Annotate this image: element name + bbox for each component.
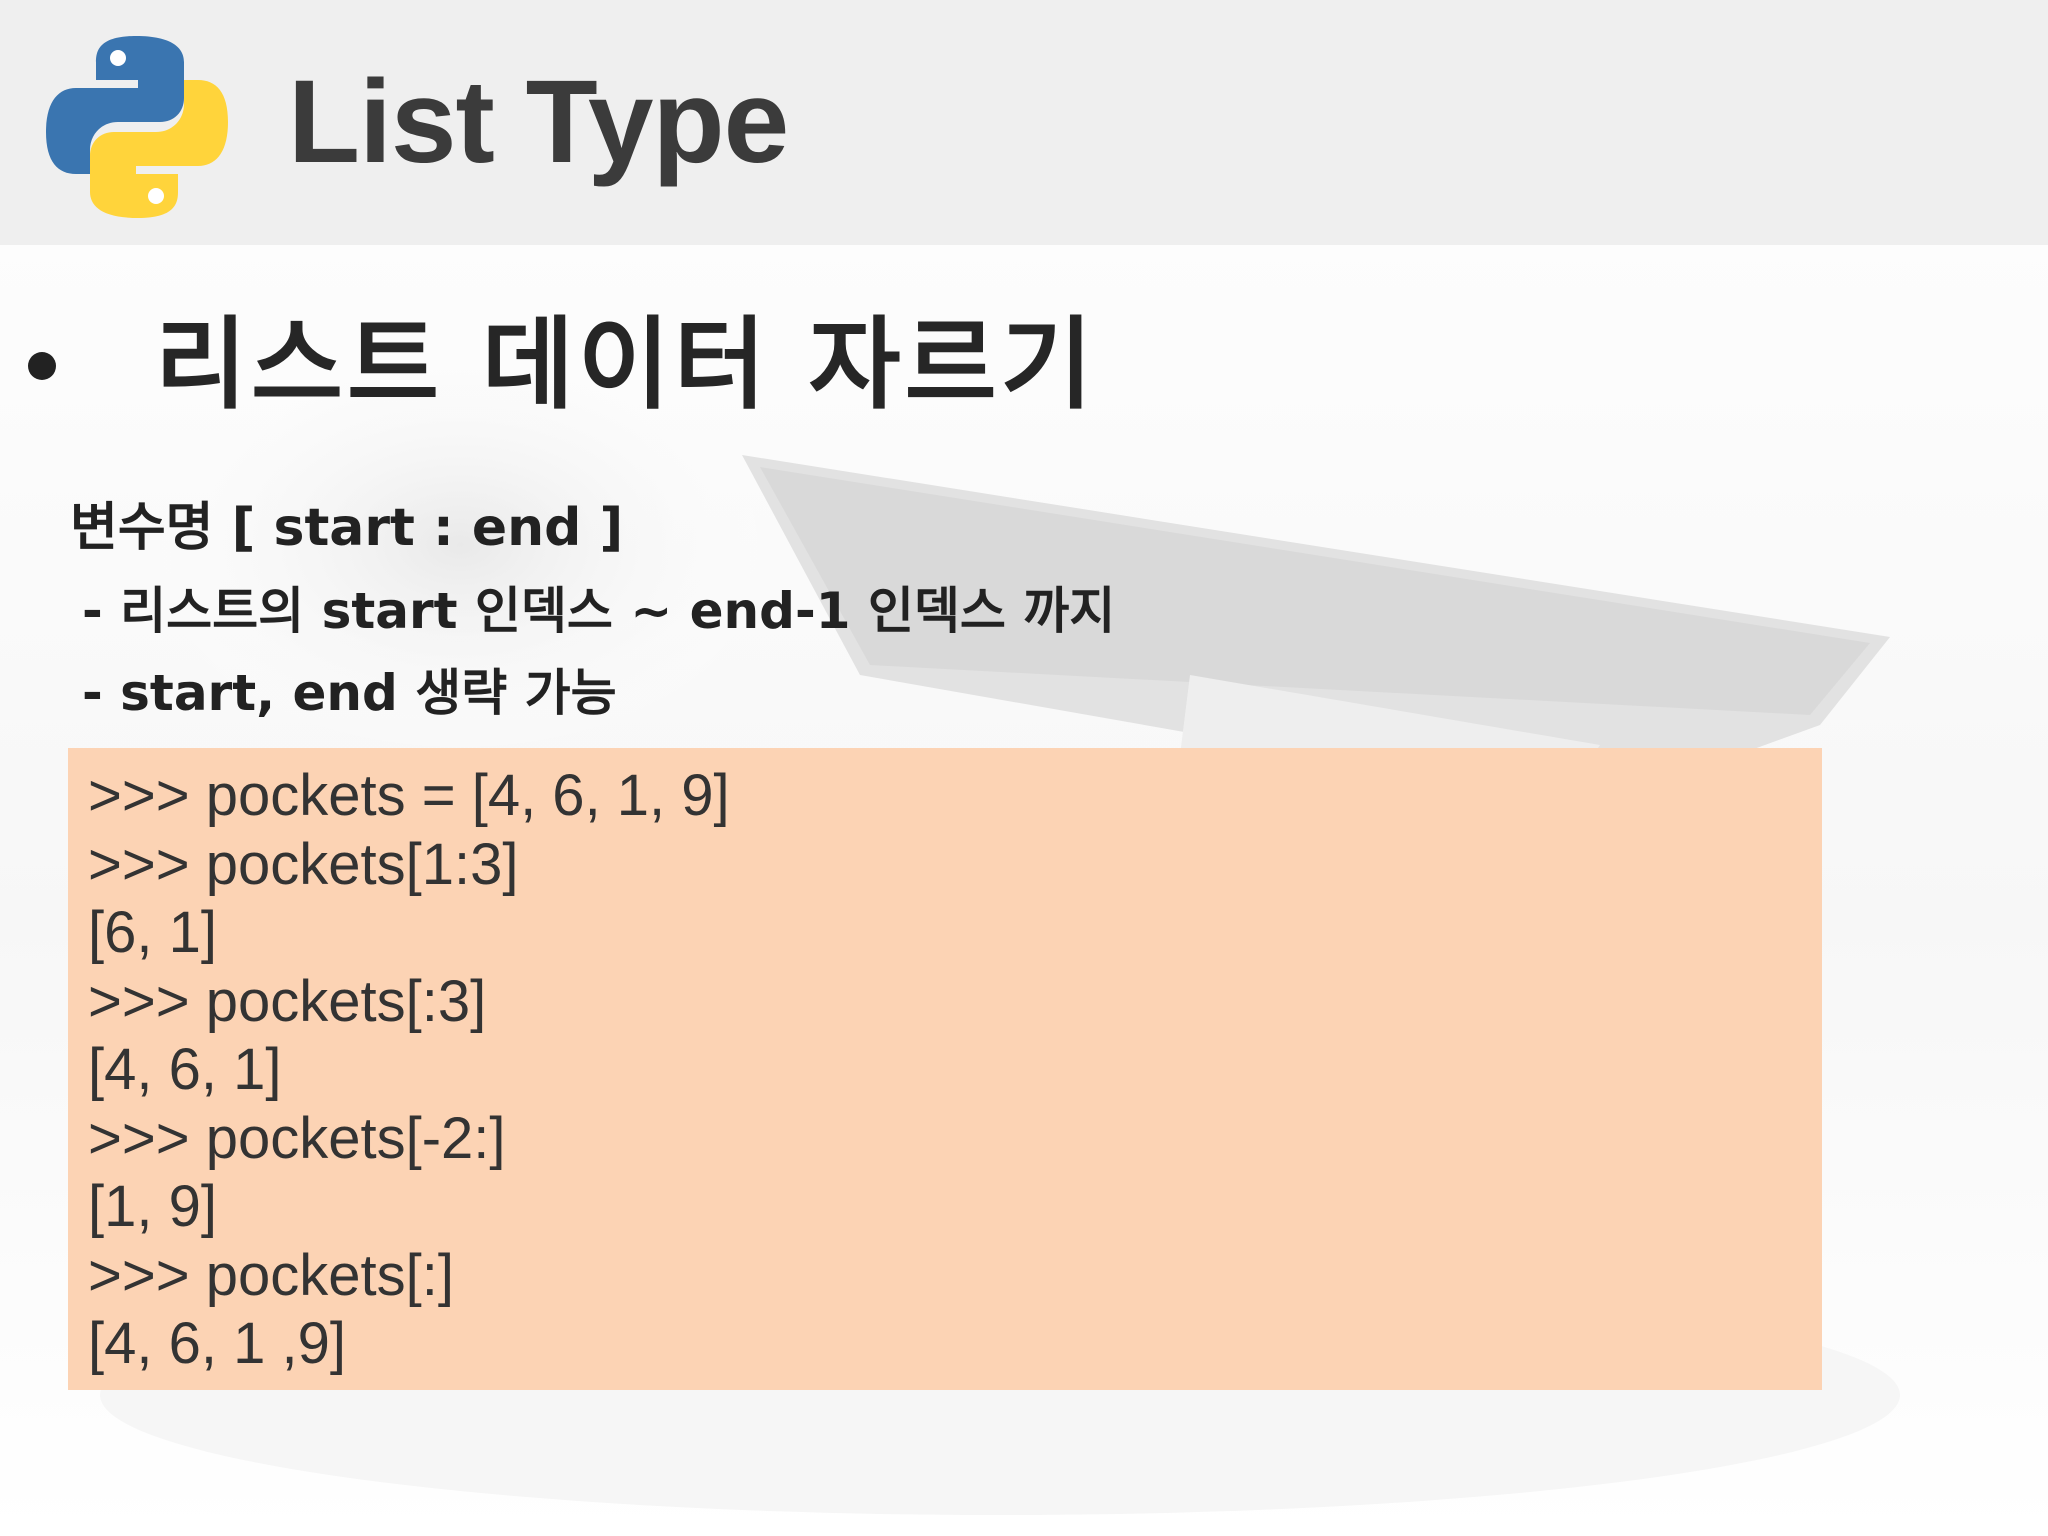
- slide: List Type 리스트 데이터 자르기 변수명 [ start : end …: [0, 0, 2048, 1536]
- code-line: [6, 1]: [88, 900, 217, 965]
- code-line: [4, 6, 1]: [88, 1037, 282, 1102]
- code-line: [1, 9]: [88, 1174, 217, 1239]
- code-example-box: >>> pockets = [4, 6, 1, 9] >>> pockets[1…: [68, 748, 1822, 1390]
- syntax-line: 변수명 [ start : end ]: [70, 498, 624, 558]
- description-line: - start, end 생략 가능: [82, 664, 617, 722]
- code-line: >>> pockets = [4, 6, 1, 9]: [88, 763, 730, 828]
- bullet-dot-icon: [28, 352, 56, 380]
- title-bar: List Type: [0, 0, 2048, 245]
- python-logo-icon: [46, 36, 228, 218]
- description-line: - 리스트의 start 인덱스 ~ end-1 인덱스 까지: [82, 582, 1116, 640]
- slide-title: List Type: [288, 56, 789, 188]
- code-line: >>> pockets[-2:]: [88, 1105, 506, 1171]
- code-line: >>> pockets[1:3]: [88, 831, 519, 897]
- code-line: >>> pockets[:]: [88, 1242, 454, 1308]
- section-heading: 리스트 데이터 자르기: [155, 306, 1097, 423]
- code-lines: >>> pockets = [4, 6, 1, 9] >>> pockets[1…: [88, 762, 730, 1379]
- code-line: [4, 6, 1 ,9]: [88, 1311, 346, 1376]
- code-line: >>> pockets[:3]: [88, 968, 487, 1034]
